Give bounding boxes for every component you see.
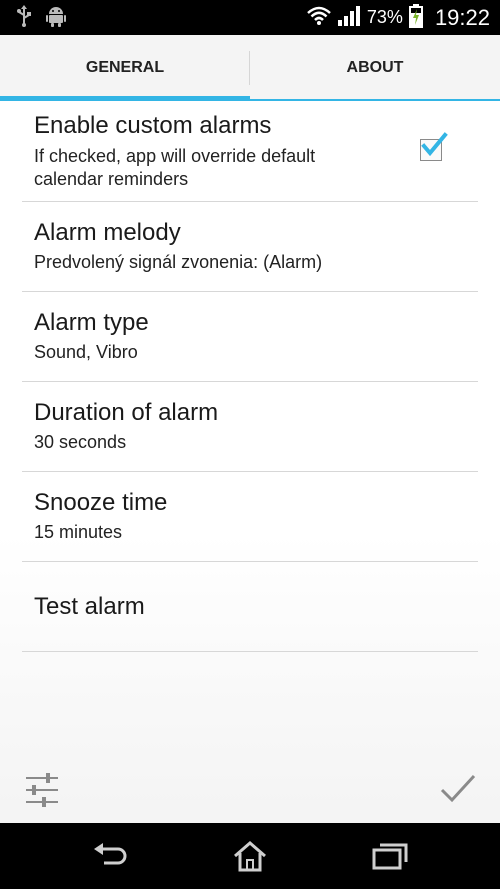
- pref-alarm-type[interactable]: Alarm type Sound, Vibro: [22, 292, 478, 382]
- battery-charging-icon: [408, 3, 423, 32]
- enable-alarms-checkbox[interactable]: [420, 132, 448, 161]
- pref-enable-custom-alarms[interactable]: Enable custom alarms If checked, app wil…: [22, 101, 478, 202]
- checkmark-icon: [421, 132, 448, 157]
- pref-title: Alarm type: [34, 309, 149, 336]
- pref-title: Enable custom alarms: [34, 112, 272, 139]
- usb-icon: [16, 4, 32, 31]
- navigation-bar: [0, 823, 500, 889]
- tab-general[interactable]: GENERAL: [0, 35, 250, 101]
- recent-apps-icon[interactable]: [372, 841, 408, 875]
- battery-percentage: 73%: [366, 7, 403, 27]
- screen: 73% 19:22 GENERAL ABOUT Enable custom al: [0, 0, 500, 889]
- pref-snooze-time[interactable]: Snooze time 15 minutes: [22, 472, 478, 562]
- android-icon: [46, 5, 66, 31]
- pref-title: Alarm melody: [34, 219, 181, 246]
- status-clock: 19:22: [434, 4, 490, 30]
- signal-icon: [337, 5, 361, 30]
- pref-summary: 15 minutes: [34, 522, 123, 542]
- tab-label: GENERAL: [85, 58, 165, 76]
- pref-summary: 30 seconds: [34, 432, 127, 452]
- pref-summary: Sound, Vibro: [34, 342, 138, 362]
- tab-label: ABOUT: [346, 58, 404, 76]
- status-bar: 73% 19:22: [0, 0, 500, 35]
- tab-about[interactable]: ABOUT: [250, 35, 500, 100]
- pref-title: Test alarm: [34, 593, 145, 620]
- pref-duration-of-alarm[interactable]: Duration of alarm 30 seconds: [22, 382, 478, 472]
- pref-title: Duration of alarm: [34, 399, 219, 426]
- tab-bar: GENERAL ABOUT: [0, 35, 500, 101]
- preferences-list: Enable custom alarms If checked, app wil…: [22, 101, 478, 652]
- home-icon[interactable]: [232, 841, 268, 877]
- back-icon[interactable]: [92, 841, 128, 875]
- pref-test-alarm[interactable]: Test alarm: [22, 562, 478, 652]
- pref-summary: If checked, app will override default: [34, 146, 316, 166]
- pref-summary: Predvolený signál zvonenia: (Alarm): [34, 252, 323, 272]
- checkmark-icon[interactable]: [440, 774, 476, 808]
- sliders-icon[interactable]: [24, 772, 60, 812]
- pref-title: Snooze time: [34, 489, 168, 516]
- pref-summary: calendar reminders: [34, 169, 189, 189]
- pref-alarm-melody[interactable]: Alarm melody Predvolený signál zvonenia:…: [22, 202, 478, 292]
- wifi-icon: [307, 6, 331, 30]
